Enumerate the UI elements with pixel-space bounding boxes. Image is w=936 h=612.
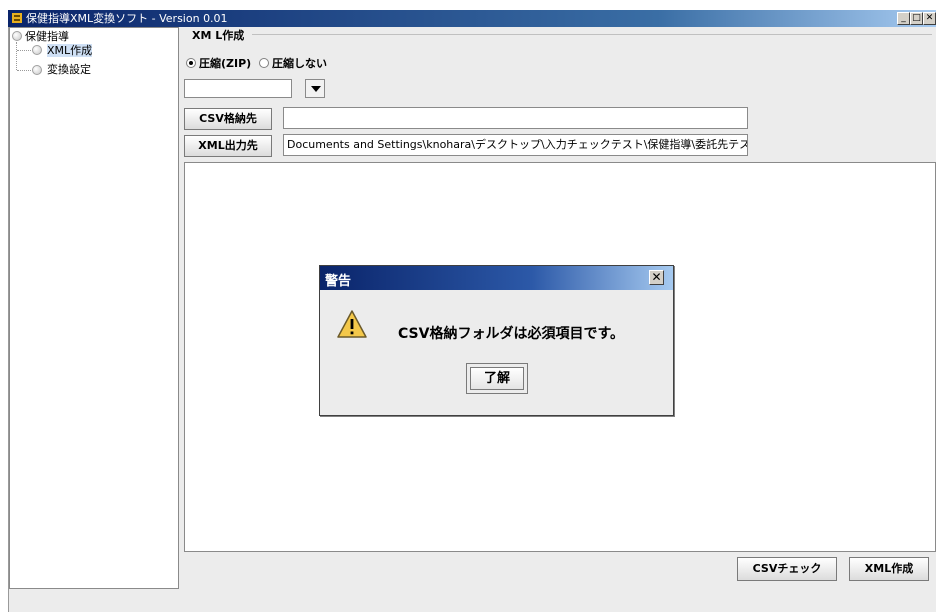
- xml-output-input[interactable]: Documents and Settings\knohara\デスクトップ\入力…: [283, 134, 748, 156]
- radio-no-compress-label[interactable]: 圧縮しない: [272, 55, 327, 71]
- dialog-close-button[interactable]: ✕: [649, 270, 664, 285]
- radio-compress-zip-label[interactable]: 圧縮(ZIP): [199, 55, 251, 71]
- close-button[interactable]: ✕: [923, 12, 936, 25]
- tree-item-node-icon: [32, 65, 42, 75]
- navigation-tree: 保健指導 XML作成 変換設定: [9, 27, 179, 589]
- tree-item-node-icon: [32, 45, 42, 55]
- tree-item-xml-create[interactable]: XML作成: [47, 44, 93, 57]
- tree-connector: [17, 50, 31, 51]
- minimize-button[interactable]: _: [897, 12, 910, 25]
- dialog-ok-label: 了解: [470, 367, 524, 390]
- tree-connector: [16, 42, 17, 70]
- tree-item-conversion-settings[interactable]: 変換設定: [47, 63, 91, 76]
- settings-combo-box[interactable]: [184, 79, 292, 98]
- xml-create-button[interactable]: XML作成: [849, 557, 929, 581]
- xml-output-button[interactable]: XML出力先: [184, 135, 272, 157]
- chevron-down-icon: [311, 86, 321, 92]
- dialog-title-bar[interactable]: 警告 ✕: [320, 266, 673, 290]
- csv-folder-button[interactable]: CSV格納先: [184, 108, 272, 130]
- app-icon: [12, 13, 22, 23]
- combo-dropdown-button[interactable]: [305, 79, 325, 98]
- section-title: XM L作成: [192, 29, 245, 42]
- warning-icon: [337, 310, 367, 338]
- section-divider: [252, 34, 932, 35]
- radio-compress-zip[interactable]: [186, 58, 196, 68]
- dialog-ok-button[interactable]: 了解: [466, 363, 528, 394]
- radio-no-compress[interactable]: [259, 58, 269, 68]
- csv-check-button[interactable]: CSVチェック: [737, 557, 837, 581]
- tree-root-node-icon: [12, 31, 22, 41]
- dialog-title: 警告: [325, 274, 352, 289]
- warning-dialog: 警告 ✕ CSV格納フォルダは必須項目です。 了解: [319, 265, 674, 416]
- maximize-button[interactable]: □: [910, 12, 923, 25]
- tree-connector: [17, 70, 31, 71]
- tree-root-label[interactable]: 保健指導: [25, 30, 69, 43]
- dialog-message: CSV格納フォルダは必須項目です。: [398, 326, 625, 342]
- window-title: 保健指導XML変換ソフト - Version 0.01: [26, 12, 228, 25]
- csv-folder-input[interactable]: [283, 107, 748, 129]
- window-title-bar[interactable]: 保健指導XML変換ソフト - Version 0.01 _ □ ✕: [8, 10, 936, 27]
